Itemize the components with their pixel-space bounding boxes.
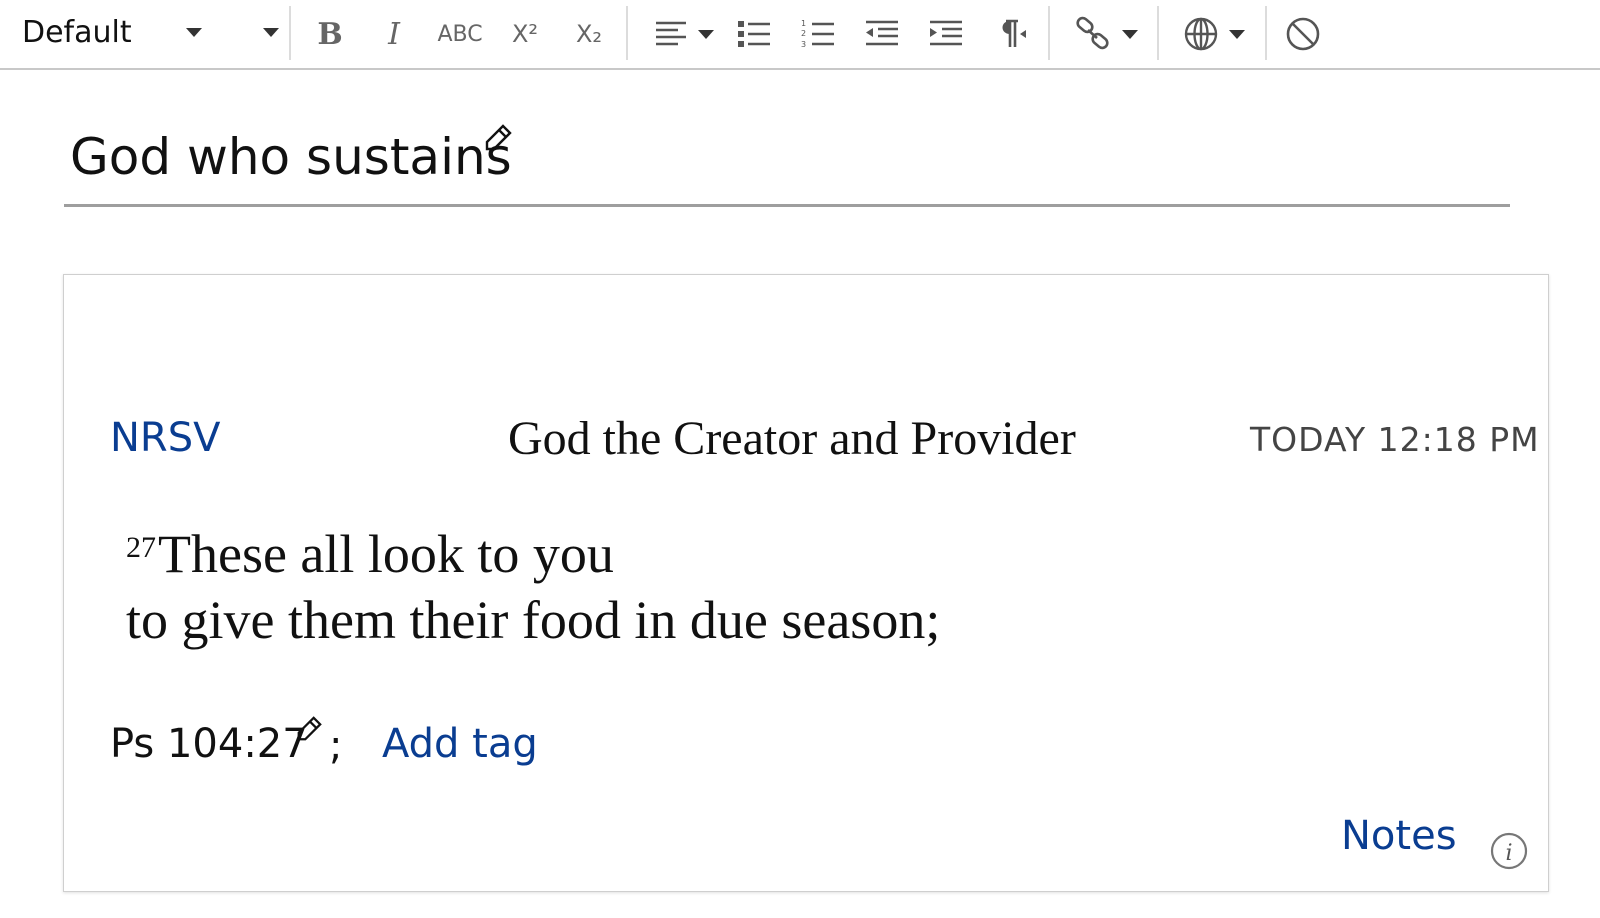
superscript-icon: X² [511,20,539,48]
link-button[interactable] [1064,0,1148,68]
indent-button[interactable] [924,0,968,68]
chevron-down-icon [1122,29,1138,39]
svg-text:2: 2 [801,29,806,38]
numbered-list-icon: 12 3 [801,19,834,49]
superscript-button[interactable]: X² [500,0,550,68]
verse-line: 27These all look to you [126,521,940,587]
chevron-down-icon [186,28,202,37]
timestamp: TODAY 12:18 PM [1250,420,1540,459]
edit-pencil-icon[interactable] [483,123,513,153]
italic-button[interactable]: I [370,0,418,68]
formatting-toolbar: Default B I ABC X² X₂ 12 3 [0,0,1600,70]
subscript-icon: X₂ [575,20,603,48]
clear-format-icon [1286,17,1320,51]
paragraph-style-value: Default [22,15,132,50]
toolbar-divider [289,6,291,60]
svg-text:i: i [1505,841,1512,866]
strikethrough-button[interactable]: ABC [432,0,488,68]
bulleted-list-button[interactable] [732,0,776,68]
bold-icon: B [317,16,343,52]
reference-separator: ; [329,723,343,769]
toolbar-divider [1265,6,1267,60]
outdent-icon [866,20,898,46]
svg-text:1: 1 [801,19,806,28]
paragraph-direction-icon [1002,19,1026,47]
paragraph-style-select[interactable]: Default [0,0,290,68]
add-tag-link[interactable]: Add tag [382,721,538,767]
toolbar-divider [1157,6,1159,60]
link-icon [1076,16,1109,50]
language-button[interactable] [1172,0,1256,68]
strikethrough-icon: ABC [437,21,483,47]
verse-number: 27 [126,531,156,564]
edit-pencil-icon[interactable] [295,715,323,743]
notes-link[interactable]: Notes [1341,813,1457,859]
subscript-button[interactable]: X₂ [564,0,614,68]
verse-line-text: These all look to you [158,524,614,584]
outdent-button[interactable] [860,0,904,68]
bold-button[interactable]: B [306,0,354,68]
passage-card: NRSV God the Creator and Provider TODAY … [63,274,1549,892]
verse-line: to give them their food in due season; [126,590,941,650]
chevron-down-icon[interactable] [263,28,279,37]
indent-icon [930,20,962,46]
bible-version-link[interactable]: NRSV [110,415,220,461]
numbered-list-button[interactable]: 12 3 [796,0,840,68]
chevron-down-icon [698,29,714,39]
align-left-icon [656,21,686,46]
globe-icon [1184,17,1218,51]
verse-text: 27These all look to you to give them the… [126,521,940,653]
italic-icon: I [388,16,400,52]
bulleted-list-icon [738,21,770,47]
text-direction-button[interactable] [988,0,1032,68]
toolbar-divider [1048,6,1050,60]
info-icon[interactable]: i [1489,831,1529,871]
align-button[interactable] [644,0,724,68]
clear-formatting-button[interactable] [1280,0,1326,68]
verse-reference[interactable]: Ps 104:27 [110,721,308,767]
passage-heading: God the Creator and Provider [508,412,1076,465]
title-underline [64,204,1510,207]
toolbar-divider [626,6,628,60]
chevron-down-icon [1229,29,1245,39]
svg-text:3: 3 [801,40,806,49]
note-title[interactable]: God who sustains [70,128,512,186]
